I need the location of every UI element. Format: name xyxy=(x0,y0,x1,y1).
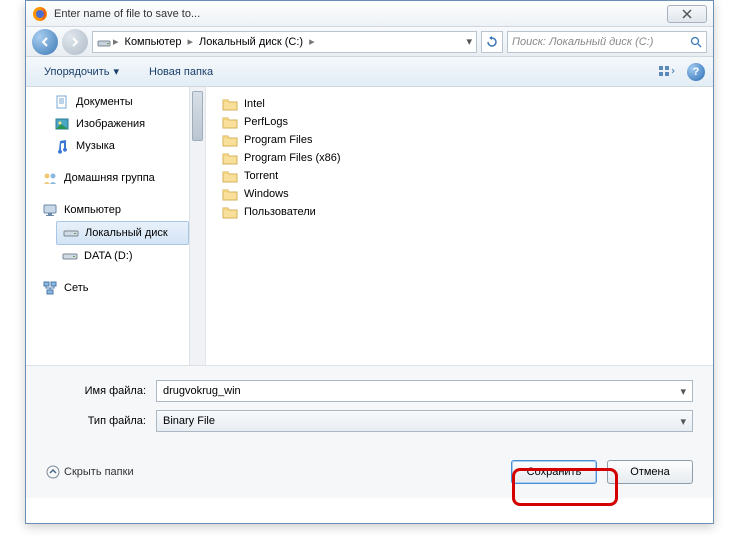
footer: Скрыть папки Сохранить Отмена xyxy=(26,450,713,498)
forward-button[interactable] xyxy=(62,29,88,55)
homegroup-icon xyxy=(42,170,58,186)
file-list: Intel PerfLogs Program Files Program Fil… xyxy=(206,87,713,365)
chevron-icon: ▸ xyxy=(113,35,119,48)
sidebar-item-pictures[interactable]: Изображения xyxy=(26,113,205,135)
dropdown-icon[interactable]: ▾ xyxy=(680,385,686,398)
dropdown-icon[interactable]: ▾ xyxy=(680,415,686,428)
close-button[interactable] xyxy=(667,5,707,23)
sidebar: Документы Изображения Музыка Домашняя гр… xyxy=(26,87,206,365)
chevron-down-icon: ▾ xyxy=(113,65,119,78)
chevron-up-icon xyxy=(46,465,60,479)
toolbar: Упорядочить ▾ Новая папка ? xyxy=(26,57,713,87)
filename-input[interactable]: drugvokrug_win ▾ xyxy=(156,380,693,402)
folder-icon xyxy=(222,115,238,129)
filetype-select[interactable]: Binary File ▾ xyxy=(156,410,693,432)
list-item[interactable]: Пользователи xyxy=(222,203,697,221)
chevron-icon: ▸ xyxy=(187,35,193,48)
documents-icon xyxy=(54,94,70,110)
navbar: ▸ Компьютер ▸ Локальный диск (C:) ▸ ▾ По… xyxy=(26,27,713,57)
network-icon xyxy=(42,280,58,296)
save-dialog: Enter name of file to save to... ▸ Компь… xyxy=(25,0,714,524)
new-folder-button[interactable]: Новая папка xyxy=(139,63,223,81)
scrollbar-thumb[interactable] xyxy=(192,91,203,141)
folder-icon xyxy=(222,187,238,201)
organize-button[interactable]: Упорядочить ▾ xyxy=(34,62,129,81)
back-button[interactable] xyxy=(32,29,58,55)
list-item[interactable]: Program Files (x86) xyxy=(222,149,697,167)
search-input[interactable]: Поиск: Локальный диск (C:) xyxy=(507,31,707,53)
list-item[interactable]: Windows xyxy=(222,185,697,203)
sidebar-item-computer[interactable]: Компьютер xyxy=(26,199,205,221)
folder-icon xyxy=(222,151,238,165)
list-item[interactable]: Intel xyxy=(222,95,697,113)
drive-icon xyxy=(62,248,78,264)
breadcrumb[interactable]: ▸ Компьютер ▸ Локальный диск (C:) ▸ ▾ xyxy=(92,31,477,53)
folder-icon xyxy=(222,205,238,219)
sidebar-item-homegroup[interactable]: Домашняя группа xyxy=(26,167,205,189)
search-placeholder: Поиск: Локальный диск (C:) xyxy=(512,36,653,48)
filetype-label: Тип файла: xyxy=(46,415,156,427)
firefox-icon xyxy=(32,6,48,22)
music-icon xyxy=(54,138,70,154)
sidebar-item-network[interactable]: Сеть xyxy=(26,277,205,299)
folder-icon xyxy=(222,169,238,183)
titlebar: Enter name of file to save to... xyxy=(26,1,713,27)
form-area: Имя файла: drugvokrug_win ▾ Тип файла: B… xyxy=(26,365,713,450)
pictures-icon xyxy=(54,116,70,132)
computer-icon xyxy=(42,202,58,218)
drive-icon xyxy=(97,35,111,49)
filename-label: Имя файла: xyxy=(46,385,156,397)
sidebar-item-drive-c[interactable]: Локальный диск xyxy=(56,221,189,245)
sidebar-scrollbar[interactable] xyxy=(189,87,205,365)
sidebar-item-documents[interactable]: Документы xyxy=(26,91,205,113)
help-button[interactable]: ? xyxy=(687,63,705,81)
crumb-drive[interactable]: Локальный диск (C:) xyxy=(195,36,307,48)
hide-folders-button[interactable]: Скрыть папки xyxy=(46,465,134,479)
folder-icon xyxy=(222,97,238,111)
folder-icon xyxy=(222,133,238,147)
drive-icon xyxy=(63,225,79,241)
search-icon xyxy=(690,36,702,48)
sidebar-item-drive-d[interactable]: DATA (D:) xyxy=(26,245,205,267)
cancel-button[interactable]: Отмена xyxy=(607,460,693,484)
list-item[interactable]: Torrent xyxy=(222,167,697,185)
sidebar-item-music[interactable]: Музыка xyxy=(26,135,205,157)
save-button[interactable]: Сохранить xyxy=(511,460,597,484)
view-button[interactable] xyxy=(657,64,677,80)
window-title: Enter name of file to save to... xyxy=(54,8,667,20)
chevron-icon: ▸ xyxy=(309,35,315,48)
list-item[interactable]: Program Files xyxy=(222,131,697,149)
list-item[interactable]: PerfLogs xyxy=(222,113,697,131)
refresh-button[interactable] xyxy=(481,31,503,53)
dropdown-icon[interactable]: ▾ xyxy=(466,35,472,48)
crumb-computer[interactable]: Компьютер xyxy=(121,36,186,48)
body: Документы Изображения Музыка Домашняя гр… xyxy=(26,87,713,365)
